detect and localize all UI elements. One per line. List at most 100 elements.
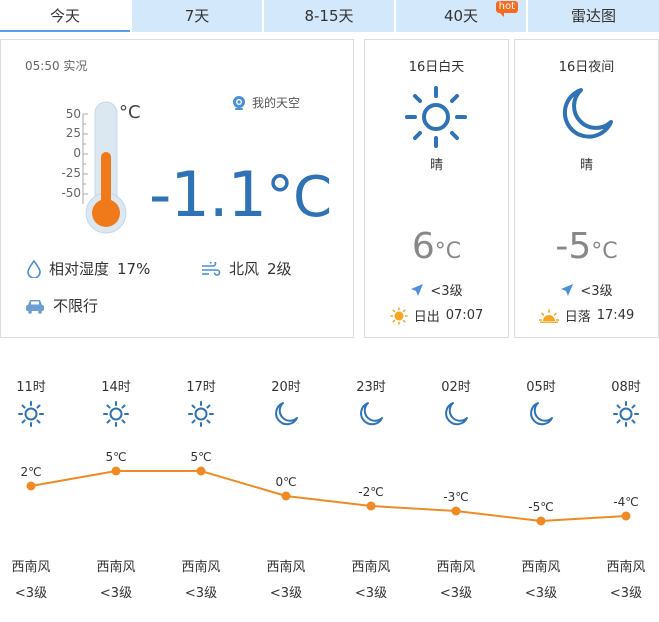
hour-wind-direction: 西南风: [351, 560, 391, 575]
hour-wind-level: <3级: [14, 586, 48, 601]
sunset-row: 日落 17:49: [515, 306, 658, 325]
temperature-point: [196, 466, 206, 476]
wind-direction: 北风: [229, 260, 260, 278]
hour-wind-level: <3级: [354, 586, 388, 601]
moon-icon: [521, 400, 561, 430]
day-temperature: 6°C: [365, 226, 508, 267]
hour-wind-direction: 西南风: [11, 560, 51, 575]
tab-8-15day[interactable]: 8-15天: [264, 0, 394, 32]
thermo-tick: -50: [61, 186, 81, 200]
hour-label: 08时: [611, 380, 641, 395]
sun-icon: [405, 86, 467, 148]
night-temp-value: -5: [555, 226, 592, 267]
wind-level: 2级: [267, 260, 292, 278]
sunset-label: 日落: [564, 310, 591, 325]
sunrise-icon: [389, 306, 408, 325]
hour-wind-direction: 西南风: [266, 560, 306, 575]
wind-direction-arrow-icon: [411, 283, 424, 296]
sun-icon: [181, 400, 221, 430]
sunrise-time: 07:07: [445, 308, 484, 323]
sunrise-label: 日出: [413, 310, 440, 325]
temperature-point: [366, 501, 376, 511]
hour-label: 11时: [16, 380, 46, 395]
hour-wind-level: <3级: [609, 586, 643, 601]
temperature-data-label: 0℃: [275, 475, 296, 489]
temp-value: -1.1: [149, 158, 267, 231]
hour-label: 20时: [271, 380, 301, 395]
traffic-restriction: 不限行: [53, 297, 99, 315]
night-wind: <3级: [515, 280, 658, 299]
moon-icon: [562, 88, 613, 139]
day-temp-value: 6: [411, 226, 435, 267]
sun-icon: [606, 400, 646, 430]
moon-icon: [351, 400, 391, 430]
sun-icon: [96, 400, 136, 430]
night-temperature: -5°C: [515, 226, 658, 267]
sunrise-row: 日出 07:07: [365, 306, 508, 325]
day-wind: <3级: [365, 280, 508, 299]
hourly-temperature-chart: 2℃ 5℃ 5℃ 0℃ -2℃ -3℃ -5℃ -4℃: [20, 450, 639, 526]
hour-wind-direction: 西南风: [436, 560, 476, 575]
night-title: 16日夜间: [558, 60, 615, 75]
hour-label: 17时: [186, 380, 216, 395]
current-temperature: -1.1°C: [149, 158, 332, 231]
my-sky-link[interactable]: 我的天空: [232, 94, 300, 111]
my-sky-label: 我的天空: [252, 96, 301, 110]
tab-8-15day-label: 8-15天: [304, 7, 354, 25]
temperature-data-label: -4℃: [613, 495, 638, 509]
tab-radar-label: 雷达图: [570, 7, 616, 25]
thermo-tick: 25: [65, 126, 81, 140]
temperature-point: [621, 511, 631, 521]
hour-wind-level: <3级: [99, 586, 133, 601]
sunset-icon: [538, 308, 559, 323]
hour-wind-level: <3级: [524, 586, 558, 601]
hour-label: 23时: [356, 380, 386, 395]
humidity-row: 相对湿度 17%: [27, 258, 150, 279]
temperature-point: [111, 466, 121, 476]
tab-40day-label: 40天: [443, 7, 479, 25]
temperature-point: [26, 481, 36, 491]
thermo-tick: 0: [73, 146, 81, 160]
day-temp-unit: °C: [434, 239, 462, 264]
temp-unit: °C: [265, 165, 332, 230]
tab-40day[interactable]: 40天 hot: [396, 0, 526, 32]
hour-wind-direction: 西南风: [96, 560, 136, 575]
hour-wind-level: <3级: [439, 586, 473, 601]
night-forecast-panel: 16日夜间 晴 -5°C <3级 日落 17:49: [514, 39, 659, 338]
night-wind-level: <3级: [580, 284, 613, 299]
temperature-point: [536, 516, 546, 526]
temperature-data-label: -3℃: [443, 490, 468, 504]
tab-today-label: 今天: [49, 7, 80, 25]
temperature-data-label: 5℃: [190, 450, 211, 464]
day-wind-level: <3级: [430, 284, 463, 299]
wind-direction-arrow-icon: [561, 283, 574, 296]
tab-7day[interactable]: 7天: [132, 0, 262, 32]
current-conditions-panel: 05:50 实况 我的天空 50 25 0 -25 -50 °C -1.1°C …: [0, 39, 354, 338]
tab-7day-label: 7天: [184, 7, 210, 25]
hour-label: 02时: [441, 380, 471, 395]
hour-wind-level: <3级: [184, 586, 218, 601]
traffic-row: 不限行: [25, 295, 98, 316]
observation-time: 05:50 实况: [25, 59, 88, 73]
forecast-tabs: 今天 7天 8-15天 40天 hot 雷达图: [0, 0, 659, 32]
car-icon: [26, 299, 44, 314]
night-temp-unit: °C: [591, 239, 618, 264]
tab-today[interactable]: 今天: [0, 0, 130, 32]
humidity-value: 17%: [117, 259, 151, 278]
day-condition: 晴: [429, 158, 443, 173]
moon-icon: [266, 400, 306, 430]
tab-radar[interactable]: 雷达图: [528, 0, 659, 32]
hour-wind-direction: 西南风: [521, 560, 561, 575]
hour-label: 14时: [101, 380, 131, 395]
sun-icon: [11, 400, 51, 430]
sunset-time: 17:49: [596, 308, 635, 323]
temperature-data-label: -2℃: [358, 485, 383, 499]
hour-wind-direction: 西南风: [606, 560, 646, 575]
temperature-data-label: 5℃: [105, 450, 126, 464]
wind-row: 北风 2级: [201, 258, 292, 279]
temperature-data-label: 2℃: [20, 465, 41, 479]
temperature-point: [451, 506, 461, 516]
hot-badge: hot: [495, 1, 518, 17]
water-drop-icon: [27, 259, 41, 278]
camera-icon: [233, 95, 245, 110]
